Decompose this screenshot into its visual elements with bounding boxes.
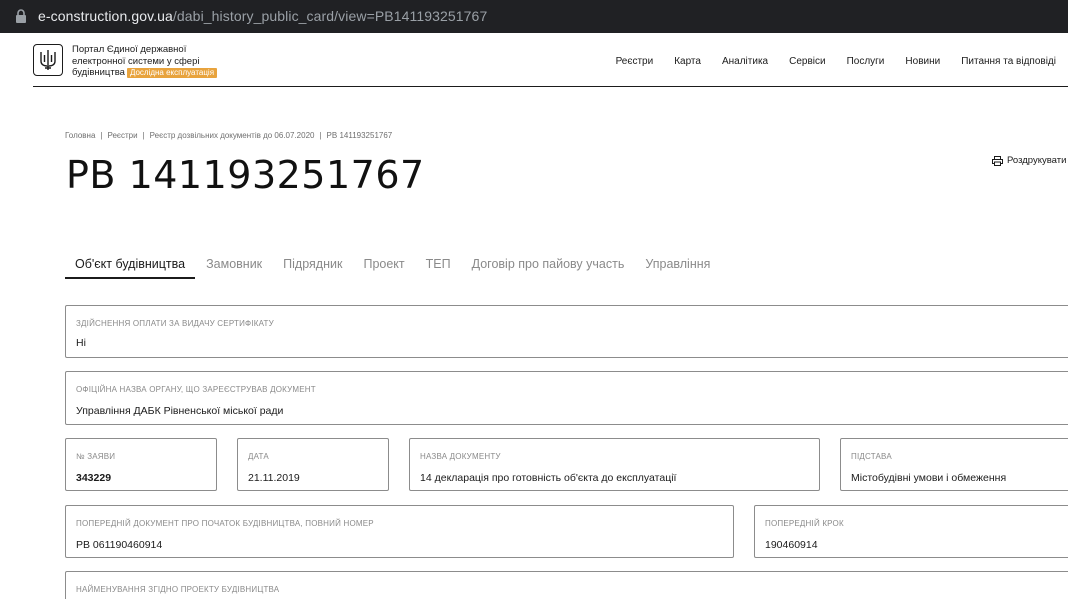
document-name-field: Назва документу 14 декларація про готовн… (409, 438, 820, 491)
browser-address-bar[interactable]: e-construction.gov.ua/dabi_history_publi… (0, 0, 1068, 33)
field-value: 21.11.2019 (248, 472, 300, 484)
portal-title[interactable]: Портал Єдиної державної електронної сист… (72, 44, 242, 79)
previous-step-field: Попередній крок 190460914 (754, 505, 1068, 558)
field-value: Містобудівні умови і обмеження (851, 472, 1007, 484)
field-label: Попередній документ про початок будівниц… (76, 519, 374, 528)
tab-share-agreement[interactable]: Договір про пайову участь (472, 253, 625, 279)
field-label: Підстава (851, 452, 892, 461)
print-label: Роздрукувати (1007, 155, 1067, 166)
breadcrumb-home[interactable]: Головна (65, 131, 95, 140)
field-label: Здійснення оплати за видачу сертифікату (76, 319, 274, 328)
date-field: Дата 21.11.2019 (237, 438, 389, 491)
portal-title-line2: електронної системи у сфері (72, 55, 200, 67)
tab-bar: Об'єкт будівництва Замовник Підрядник Пр… (65, 253, 731, 279)
page-title: РВ 141193251767 (66, 153, 425, 197)
nav-services[interactable]: Сервіси (789, 56, 825, 67)
portal-title-line3: будівництва (72, 67, 125, 78)
site-header: Портал Єдиної державної електронної сист… (33, 33, 1068, 87)
field-label: № заяви (76, 452, 116, 461)
tab-contractor[interactable]: Підрядник (283, 253, 342, 279)
field-value: 190460914 (765, 539, 818, 551)
payment-field: Здійснення оплати за видачу сертифікату … (65, 305, 1068, 358)
nav-offerings[interactable]: Послуги (847, 56, 885, 67)
breadcrumb-current: РВ 141193251767 (326, 131, 393, 140)
field-value: РВ 061190460914 (76, 539, 163, 551)
breadcrumb-registries[interactable]: Реєстри (107, 131, 137, 140)
breadcrumb: Головна | Реєстри | Реєстр дозвільних до… (65, 131, 392, 140)
application-number-field: № заяви 343229 (65, 438, 217, 491)
lock-icon (16, 9, 26, 23)
field-label: Офіційна назва органу, що зареєстрував д… (76, 385, 316, 394)
basis-field: Підстава Містобудівні умови і обмеження (840, 438, 1068, 491)
field-label: Назва документу (420, 452, 501, 461)
url-path: /dabi_history_public_card/view=PB1411932… (172, 8, 488, 24)
url-host: e-construction.gov.ua (38, 8, 173, 24)
nav-faq[interactable]: Питання та відповіді (961, 56, 1056, 67)
breadcrumb-separator: | (319, 131, 322, 140)
field-value: 343229 (76, 472, 112, 484)
beta-badge: Дослідна експлуатація (126, 68, 218, 78)
breadcrumb-registry[interactable]: Реєстр дозвільних документів до 06.07.20… (150, 131, 315, 140)
nav-map[interactable]: Карта (674, 56, 701, 67)
nav-registries[interactable]: Реєстри (616, 56, 654, 67)
field-value: 14 декларація про готовність об'єкта до … (420, 472, 677, 484)
breadcrumb-separator: | (100, 131, 103, 140)
print-button[interactable]: Роздрукувати (992, 155, 1066, 166)
breadcrumb-separator: | (142, 131, 145, 140)
nav-news[interactable]: Новини (905, 56, 940, 67)
tab-tep[interactable]: ТЕП (426, 253, 451, 279)
tab-customer[interactable]: Замовник (206, 253, 262, 279)
main-nav: Реєстри Карта Аналітика Сервіси Послуги … (595, 56, 1056, 67)
field-value: Ні (76, 337, 86, 349)
field-label: Попередній крок (765, 519, 844, 528)
trident-logo-icon[interactable] (33, 44, 63, 76)
field-label: Дата (248, 452, 269, 461)
previous-document-field: Попередній документ про початок будівниц… (65, 505, 734, 558)
portal-title-line1: Портал Єдиної державної (72, 44, 187, 55)
nav-analytics[interactable]: Аналітика (722, 56, 768, 67)
tab-project[interactable]: Проект (363, 253, 404, 279)
tab-construction-object[interactable]: Об'єкт будівництва (65, 253, 196, 279)
field-label: Найменування згідно проекту будівництва (76, 585, 280, 594)
field-value: Управління ДАБК Рівненської міської ради (76, 405, 284, 417)
url-text[interactable]: e-construction.gov.ua/dabi_history_publi… (38, 8, 487, 24)
printer-icon (992, 155, 1003, 166)
tab-management[interactable]: Управління (645, 253, 710, 279)
authority-field: Офіційна назва органу, що зареєстрував д… (65, 371, 1068, 425)
coat-of-arms-icon (40, 50, 56, 70)
project-name-field: Найменування згідно проекту будівництва (65, 571, 1068, 599)
